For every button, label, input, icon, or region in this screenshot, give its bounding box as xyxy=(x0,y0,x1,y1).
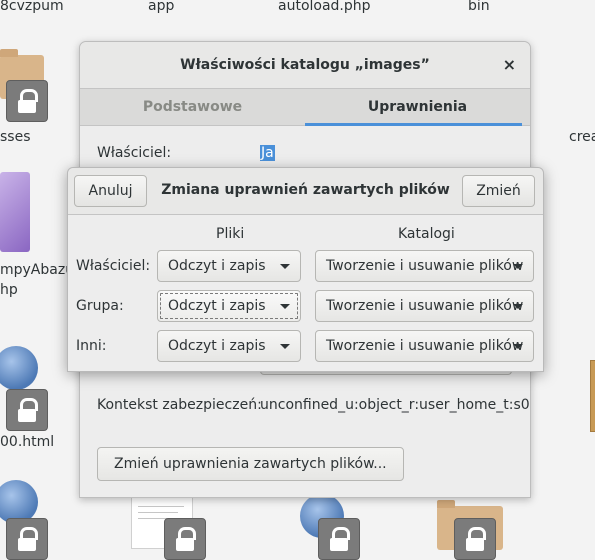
lock-icon xyxy=(6,389,48,431)
owner-value-text: Ja xyxy=(260,145,275,161)
group-folders-combo[interactable]: Tworzenie i usuwanie plików xyxy=(315,290,534,322)
lock-icon xyxy=(164,518,206,560)
row-label-owner: Właściciel: xyxy=(76,258,151,274)
desktop-file-label[interactable]: crea xyxy=(569,129,595,145)
window-title: Właściwości katalogu „images” xyxy=(180,57,430,73)
owner-files-combo[interactable]: Odczyt i zapis xyxy=(157,250,301,282)
desktop-file-label[interactable]: autoload.php xyxy=(278,0,371,14)
combo-value: Odczyt i zapis xyxy=(168,298,266,314)
group-files-combo[interactable]: Odczyt i zapis xyxy=(157,290,301,322)
dropdown-arrow-icon xyxy=(513,264,523,269)
dialog-header: Anuluj Zmiana uprawnień zawartych plików… xyxy=(68,168,543,215)
owner-value[interactable]: Ja xyxy=(260,145,275,161)
image-file-icon[interactable] xyxy=(590,360,595,432)
desktop-file-label[interactable]: hp xyxy=(0,282,18,298)
desktop-file-label[interactable]: sses xyxy=(0,129,31,145)
combo-value: Tworzenie i usuwanie plików xyxy=(326,338,524,354)
dropdown-arrow-icon xyxy=(280,304,290,309)
change-contents-permissions-button[interactable]: Zmień uprawnienia zawartych plików... xyxy=(97,447,404,481)
tab-bar: Podstawowe Uprawnienia xyxy=(80,89,530,126)
desktop-file-label[interactable]: 00.html xyxy=(0,434,54,450)
lock-icon xyxy=(6,80,48,122)
dropdown-arrow-icon xyxy=(513,304,523,309)
security-context-value: unconfined_u:object_r:user_home_t:s0 xyxy=(260,397,530,413)
owner-label: Właściciel: xyxy=(97,145,172,161)
lock-icon xyxy=(454,518,496,560)
desktop-file-label[interactable]: 8cvzpum xyxy=(0,0,64,14)
combo-value: Tworzenie i usuwanie plików xyxy=(326,298,524,314)
php-file-icon[interactable] xyxy=(0,172,30,252)
desktop-file-label[interactable]: bin xyxy=(468,0,490,14)
dropdown-arrow-icon xyxy=(513,344,523,349)
lock-icon xyxy=(6,518,48,560)
combo-value: Odczyt i zapis xyxy=(168,258,266,274)
others-folders-combo[interactable]: Tworzenie i usuwanie plików xyxy=(315,330,534,362)
tab-basic[interactable]: Podstawowe xyxy=(80,89,305,125)
row-label-group: Grupa: xyxy=(76,298,124,314)
combo-value: Tworzenie i usuwanie plików xyxy=(326,258,524,274)
dropdown-arrow-icon xyxy=(280,344,290,349)
properties-titlebar: Właściwości katalogu „images” × xyxy=(80,42,530,89)
html-file-icon[interactable] xyxy=(0,346,38,390)
apply-button[interactable]: Zmień xyxy=(462,175,535,207)
security-context-label: Kontekst zabezpieczeń: xyxy=(97,397,262,413)
column-header-files: Pliki xyxy=(216,226,245,242)
close-icon[interactable]: × xyxy=(503,55,516,74)
dropdown-arrow-icon xyxy=(280,264,290,269)
tab-permissions[interactable]: Uprawnienia xyxy=(305,89,530,126)
change-permissions-dialog: Anuluj Zmiana uprawnień zawartych plików… xyxy=(67,167,544,372)
column-header-folders: Katalogi xyxy=(398,226,455,242)
row-label-others: Inni: xyxy=(76,338,107,354)
owner-folders-combo[interactable]: Tworzenie i usuwanie plików xyxy=(315,250,534,282)
desktop-file-label[interactable]: app xyxy=(148,0,174,14)
combo-value: Odczyt i zapis xyxy=(168,338,266,354)
lock-icon xyxy=(318,518,360,560)
others-files-combo[interactable]: Odczyt i zapis xyxy=(157,330,301,362)
